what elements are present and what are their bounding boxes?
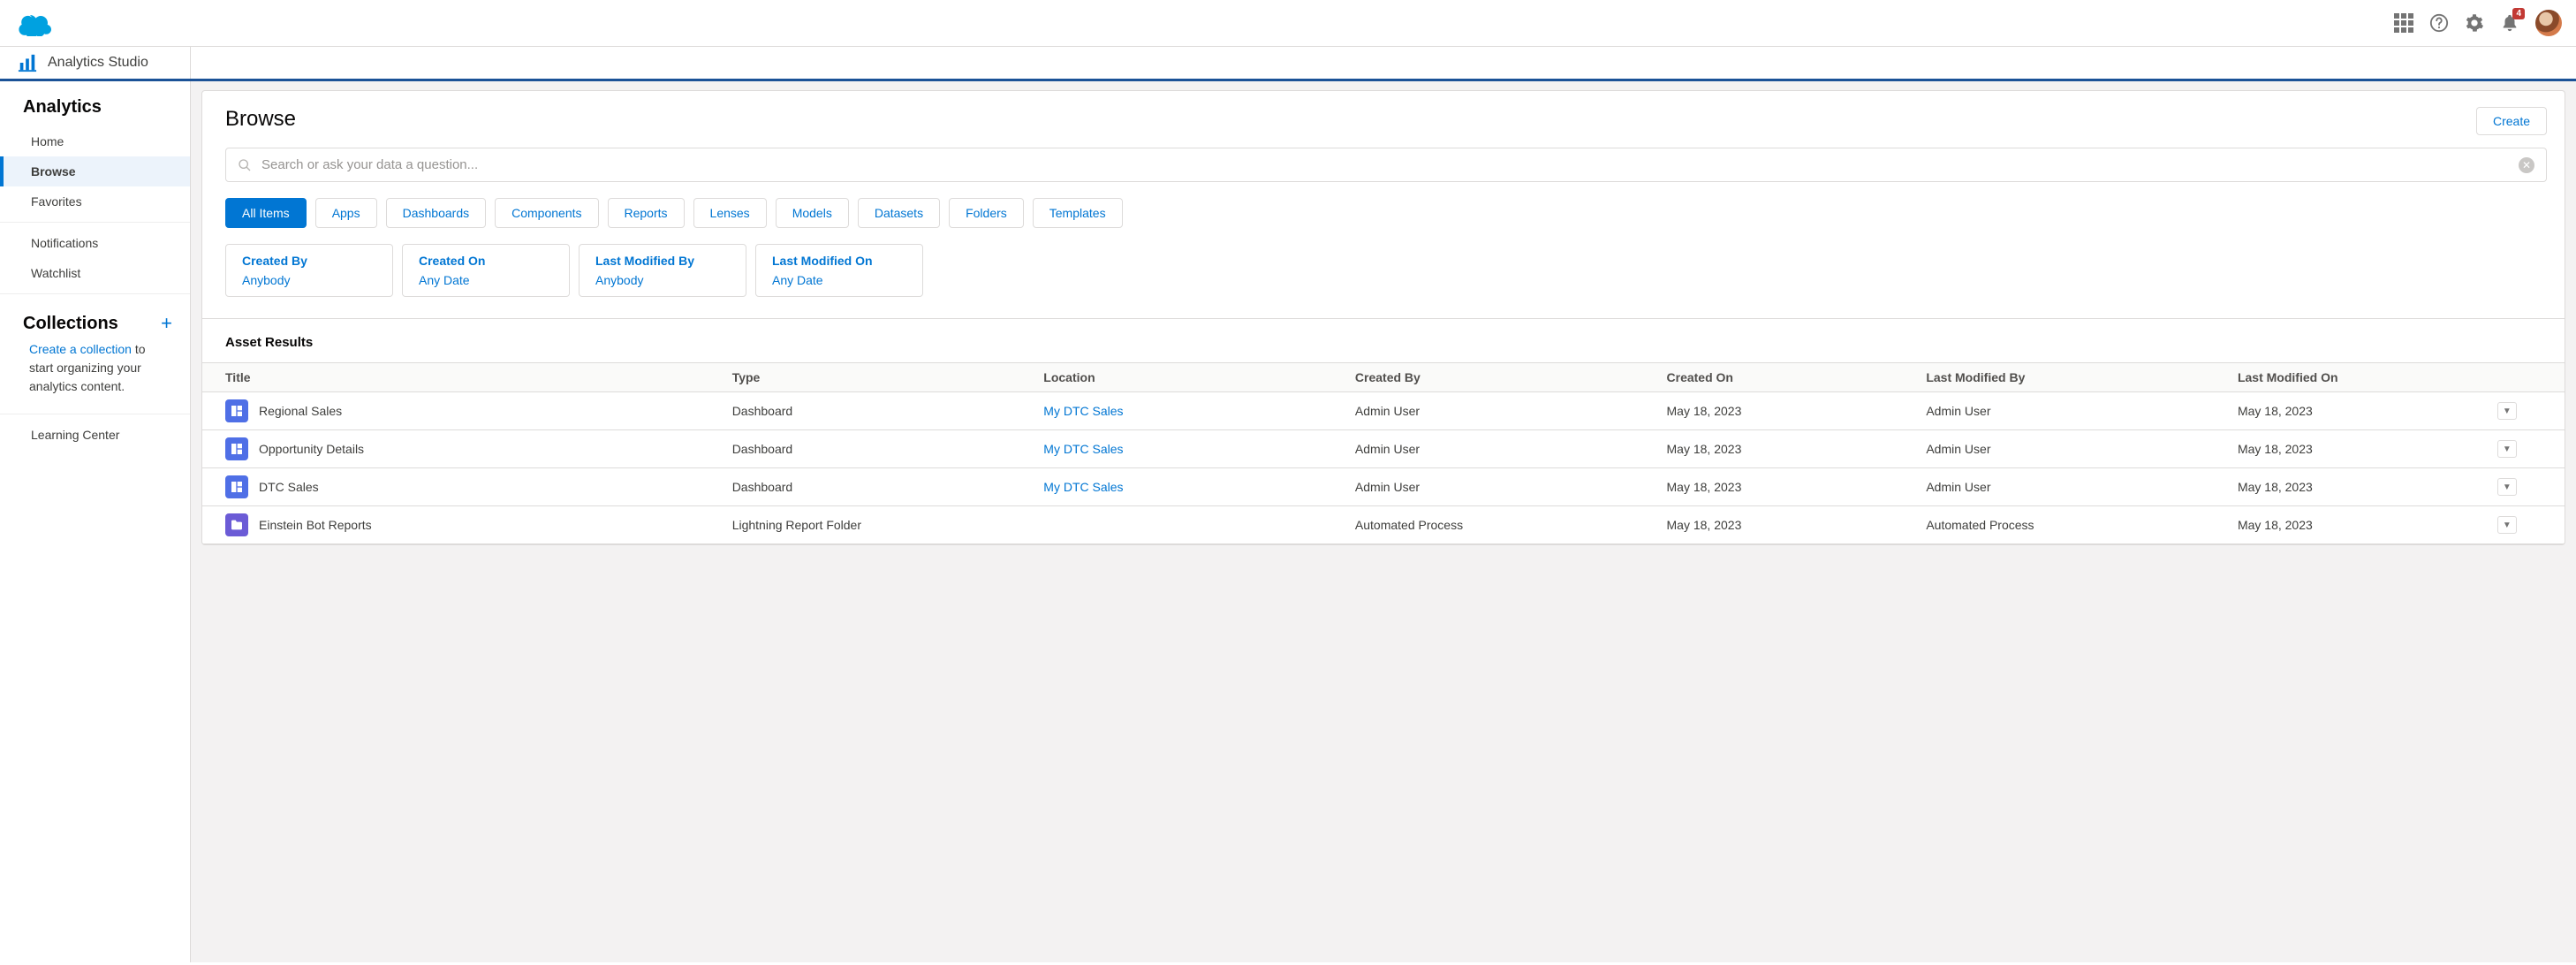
filter-chip-dashboards[interactable]: Dashboards bbox=[386, 198, 487, 228]
asset-title[interactable]: Opportunity Details bbox=[259, 442, 364, 456]
asset-type: Dashboard bbox=[722, 468, 1034, 506]
asset-location-link[interactable]: My DTC Sales bbox=[1043, 404, 1123, 418]
filter-label: Created By bbox=[242, 254, 373, 268]
page-title: Browse bbox=[225, 107, 296, 132]
filter-value: Any Date bbox=[772, 273, 903, 287]
column-header[interactable]: Created On bbox=[1656, 363, 1916, 392]
add-collection-icon[interactable]: + bbox=[161, 312, 172, 335]
filter-value: Any Date bbox=[419, 273, 549, 287]
filter-value: Anybody bbox=[595, 273, 726, 287]
dashboard-icon bbox=[225, 475, 248, 498]
app-launcher-icon[interactable] bbox=[2394, 13, 2413, 33]
created-on: May 18, 2023 bbox=[1656, 430, 1916, 468]
filter-value: Anybody bbox=[242, 273, 373, 287]
filter-chip-lenses[interactable]: Lenses bbox=[693, 198, 767, 228]
filter-chip-reports[interactable]: Reports bbox=[608, 198, 685, 228]
modified-on: May 18, 2023 bbox=[2227, 506, 2487, 544]
app-name: Analytics Studio bbox=[48, 55, 148, 71]
filter-chip-apps[interactable]: Apps bbox=[315, 198, 377, 228]
salesforce-logo[interactable] bbox=[14, 10, 53, 36]
column-header[interactable]: Type bbox=[722, 363, 1034, 392]
created-on: May 18, 2023 bbox=[1656, 506, 1916, 544]
table-row: Regional Sales Dashboard My DTC Sales Admin… bbox=[202, 392, 2565, 430]
filter-chip-all-items[interactable]: All Items bbox=[225, 198, 307, 228]
collections-title: Collections bbox=[23, 314, 118, 334]
created-on: May 18, 2023 bbox=[1656, 392, 1916, 430]
created-on: May 18, 2023 bbox=[1656, 468, 1916, 506]
folder-icon bbox=[225, 513, 248, 536]
asset-title[interactable]: DTC Sales bbox=[259, 480, 319, 494]
created-by: Automated Process bbox=[1345, 506, 1656, 544]
sidebar-title: Analytics bbox=[0, 81, 190, 126]
filter-label: Created On bbox=[419, 254, 549, 268]
app-context-bar: Analytics Studio bbox=[0, 46, 2576, 81]
sidebar-item-notifications[interactable]: Notifications bbox=[0, 228, 190, 258]
sidebar-item-favorites[interactable]: Favorites bbox=[0, 186, 190, 217]
user-avatar[interactable] bbox=[2535, 10, 2562, 36]
asset-title[interactable]: Regional Sales bbox=[259, 404, 342, 418]
filter-last-modified-on[interactable]: Last Modified On Any Date bbox=[755, 244, 923, 297]
modified-by: Admin User bbox=[1915, 430, 2227, 468]
asset-location-link[interactable]: My DTC Sales bbox=[1043, 442, 1123, 456]
filter-chip-models[interactable]: Models bbox=[776, 198, 849, 228]
filter-chip-templates[interactable]: Templates bbox=[1033, 198, 1123, 228]
sidebar-item-browse[interactable]: Browse bbox=[0, 156, 190, 186]
asset-type: Dashboard bbox=[722, 392, 1034, 430]
column-header[interactable]: Last Modified By bbox=[1915, 363, 2227, 392]
filter-created-on[interactable]: Created On Any Date bbox=[402, 244, 570, 297]
search-icon bbox=[238, 158, 252, 172]
filter-label: Last Modified On bbox=[772, 254, 903, 268]
column-header[interactable]: Created By bbox=[1345, 363, 1656, 392]
created-by: Admin User bbox=[1345, 468, 1656, 506]
dashboard-icon bbox=[225, 399, 248, 422]
asset-location-link[interactable]: My DTC Sales bbox=[1043, 480, 1123, 494]
filter-last-modified-by[interactable]: Last Modified By Anybody bbox=[579, 244, 746, 297]
row-actions-menu[interactable]: ▼ bbox=[2497, 440, 2517, 458]
filter-chip-folders[interactable]: Folders bbox=[949, 198, 1024, 228]
help-icon[interactable] bbox=[2429, 13, 2449, 33]
table-row: DTC Sales Dashboard My DTC Sales Admin User… bbox=[202, 468, 2565, 506]
row-actions-menu[interactable]: ▼ bbox=[2497, 478, 2517, 496]
created-by: Admin User bbox=[1345, 392, 1656, 430]
column-header[interactable] bbox=[2487, 363, 2565, 392]
column-header[interactable]: Last Modified On bbox=[2227, 363, 2487, 392]
modified-by: Automated Process bbox=[1915, 506, 2227, 544]
asset-title[interactable]: Einstein Bot Reports bbox=[259, 518, 372, 532]
filter-created-by[interactable]: Created By Anybody bbox=[225, 244, 393, 297]
dashboard-icon bbox=[225, 437, 248, 460]
modified-by: Admin User bbox=[1915, 468, 2227, 506]
filter-label: Last Modified By bbox=[595, 254, 726, 268]
table-row: Opportunity Details Dashboard My DTC Sales… bbox=[202, 430, 2565, 468]
analytics-icon bbox=[18, 53, 37, 72]
modified-by: Admin User bbox=[1915, 392, 2227, 430]
clear-search-icon[interactable]: ✕ bbox=[2519, 157, 2534, 173]
row-actions-menu[interactable]: ▼ bbox=[2497, 516, 2517, 534]
notifications-bell-icon[interactable]: 4 bbox=[2500, 13, 2519, 33]
create-collection-link[interactable]: Create a collection bbox=[29, 342, 132, 356]
asset-type: Lightning Report Folder bbox=[722, 506, 1034, 544]
created-by: Admin User bbox=[1345, 430, 1656, 468]
sidebar-item-home[interactable]: Home bbox=[0, 126, 190, 156]
column-header[interactable]: Location bbox=[1033, 363, 1345, 392]
sidebar-item-learning[interactable]: Learning Center bbox=[0, 420, 190, 450]
modified-on: May 18, 2023 bbox=[2227, 430, 2487, 468]
search-input[interactable] bbox=[225, 148, 2547, 182]
sidebar-item-watchlist[interactable]: Watchlist bbox=[0, 258, 190, 288]
results-table: TitleTypeLocationCreated ByCreated OnLas… bbox=[202, 362, 2565, 544]
asset-type: Dashboard bbox=[722, 430, 1034, 468]
collections-description: Create a collection to start organizing … bbox=[0, 340, 190, 408]
sidebar: Analytics Home Browse Favorites Notifica… bbox=[0, 81, 191, 962]
create-button[interactable]: Create bbox=[2476, 107, 2547, 135]
filter-chip-components[interactable]: Components bbox=[495, 198, 598, 228]
results-title: Asset Results bbox=[202, 319, 2565, 362]
modified-on: May 18, 2023 bbox=[2227, 468, 2487, 506]
column-header[interactable]: Title bbox=[202, 363, 722, 392]
row-actions-menu[interactable]: ▼ bbox=[2497, 402, 2517, 420]
table-row: Einstein Bot Reports Lightning Report Fol… bbox=[202, 506, 2565, 544]
modified-on: May 18, 2023 bbox=[2227, 392, 2487, 430]
setup-gear-icon[interactable] bbox=[2465, 13, 2484, 33]
notification-badge: 4 bbox=[2512, 8, 2525, 19]
filter-chip-datasets[interactable]: Datasets bbox=[858, 198, 940, 228]
